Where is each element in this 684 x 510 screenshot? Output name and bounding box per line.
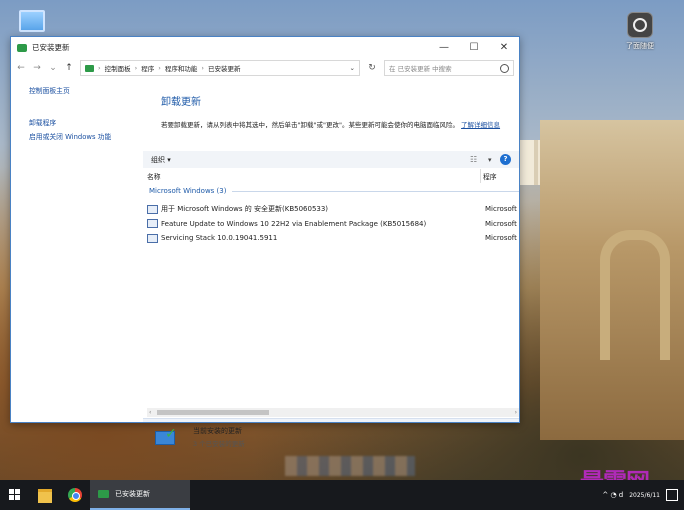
search-placeholder: 在 已安装更新 中搜索 (389, 65, 452, 73)
list-item[interactable]: Servicing Stack 10.0.19041.5911 Microsof… (147, 231, 519, 246)
update-icon (147, 204, 158, 214)
sidebar: 控制面板主页 卸载程序 启用或关闭 Windows 功能 (11, 85, 141, 153)
desktop-icon-app[interactable]: 了面随便 (612, 12, 668, 51)
control-panel-icon (17, 43, 27, 52)
update-program: Microsoft (485, 219, 517, 228)
back-button[interactable]: ← (16, 63, 26, 73)
main-content: 卸载更新 若要卸载更新，请从列表中将其选中，然后单击"卸载"或"更改"。某些更新… (143, 85, 519, 448)
column-header-program[interactable]: 程序 (480, 169, 497, 183)
help-icon[interactable]: ? (500, 154, 511, 165)
breadcrumb-control-panel[interactable]: 控制面板 (105, 63, 131, 73)
refresh-icon[interactable]: ↻ (366, 63, 378, 73)
browser-icon (68, 488, 82, 502)
blurred-region (285, 456, 415, 476)
monitor-icon (19, 10, 45, 32)
notification-icon[interactable] (666, 489, 678, 501)
taskbar-file-explorer[interactable] (30, 480, 60, 510)
system-tray: ^ ◔ d 2025/6/11 (602, 489, 684, 501)
update-program: Microsoft (485, 234, 517, 243)
recent-locations-button[interactable]: ⌄ (48, 63, 58, 73)
group-header[interactable]: Microsoft Windows (3) (149, 187, 519, 195)
breadcrumb-installed-updates[interactable]: 已安装更新 (208, 63, 241, 73)
installed-updates-icon: ✓ (155, 427, 181, 445)
chevron-down-icon[interactable]: ▾ (488, 156, 500, 164)
list-item[interactable]: Feature Update to Windows 10 22H2 via En… (147, 217, 519, 232)
maximize-button[interactable]: ☐ (459, 37, 489, 58)
windows-logo-icon (9, 489, 14, 494)
address-bar-row: ← → ⌄ ↑ › 控制面板 › 程序 › 程序和功能 › 已安装更新 ⌄ ↻ … (11, 58, 519, 78)
title-bar[interactable]: 已安装更新 — ☐ ✕ (11, 37, 519, 58)
folder-icon (38, 489, 52, 503)
desktop-icon-label: 了面随便 (626, 42, 654, 50)
taskbar-active-window[interactable]: 已安装更新 (90, 480, 190, 510)
details-title: 当前安装的更新 (193, 427, 242, 435)
tray-icons[interactable]: ^ ◔ d (602, 491, 623, 499)
list-item[interactable]: 用于 Microsoft Windows 的 安全更新(KB5060533) M… (147, 202, 519, 217)
forward-button[interactable]: → (32, 63, 42, 73)
update-program: Microsoft (485, 205, 517, 214)
breadcrumb-programs[interactable]: 程序 (141, 63, 154, 73)
sidebar-link-home[interactable]: 控制面板主页 (29, 85, 141, 95)
control-panel-icon (98, 490, 109, 498)
scroll-right-icon[interactable]: › (515, 409, 517, 416)
page-title: 卸载更新 (161, 97, 201, 108)
learn-more-link[interactable]: 了解详细信息 (461, 121, 500, 129)
update-icon (147, 233, 158, 243)
close-button[interactable]: ✕ (489, 37, 519, 58)
update-name: Feature Update to Windows 10 22H2 via En… (161, 219, 427, 228)
app-icon (627, 12, 653, 38)
column-header-name[interactable]: 名称 (147, 171, 161, 181)
clock[interactable]: 2025/6/11 (629, 491, 660, 500)
scrollbar-thumb[interactable] (157, 410, 269, 415)
command-bar: 组织 ▾ ☷ ▾ ? (143, 151, 519, 168)
details-pane: ✓ 当前安装的更新 3 个已安装的更新 (143, 418, 519, 448)
details-count: 3 个已安装的更新 (193, 440, 245, 448)
search-icon[interactable] (500, 63, 509, 73)
installed-updates-window[interactable]: 已安装更新 — ☐ ✕ ← → ⌄ ↑ › 控制面板 › 程序 › 程序和功能 … (10, 36, 520, 448)
sidebar-link-windows-features[interactable]: 启用或关闭 Windows 功能 (29, 131, 141, 141)
window-title: 已安装更新 (32, 43, 70, 52)
page-description: 若要卸载更新，请从列表中将其选中，然后单击"卸载"或"更改"。某些更新可能会使你… (161, 121, 501, 129)
chevron-down-icon[interactable]: ⌄ (350, 64, 359, 72)
minimize-button[interactable]: — (429, 37, 459, 58)
breadcrumb-programs-features[interactable]: 程序和功能 (165, 63, 198, 73)
up-button[interactable]: ↑ (64, 63, 74, 73)
column-header-row: 名称 程序 (143, 169, 519, 183)
desktop-icon-this-pc[interactable] (12, 10, 52, 32)
wallpaper-bridge (600, 230, 670, 360)
taskbar-browser[interactable] (60, 480, 90, 510)
organize-menu[interactable]: 组织 ▾ (151, 155, 470, 165)
updates-list: 用于 Microsoft Windows 的 安全更新(KB5060533) M… (147, 202, 519, 246)
update-name: Servicing Stack 10.0.19041.5911 (161, 234, 278, 243)
clock-date: 2025/6/11 (629, 491, 660, 499)
update-name: 用于 Microsoft Windows 的 安全更新(KB5060533) (161, 205, 329, 214)
search-input[interactable]: 在 已安装更新 中搜索 (384, 60, 514, 76)
scroll-left-icon[interactable]: ‹ (149, 409, 151, 416)
control-panel-icon (85, 64, 94, 72)
sidebar-link-uninstall[interactable]: 卸载程序 (29, 117, 141, 127)
taskbar: 已安装更新 ^ ◔ d 2025/6/11 (0, 480, 684, 510)
update-icon (147, 219, 158, 229)
taskbar-task-label: 已安装更新 (115, 490, 150, 498)
view-options-icon[interactable]: ☷ (470, 155, 488, 164)
horizontal-scrollbar[interactable]: ‹ › (147, 408, 519, 417)
start-button[interactable] (0, 480, 30, 510)
address-bar[interactable]: › 控制面板 › 程序 › 程序和功能 › 已安装更新 ⌄ (80, 60, 360, 76)
